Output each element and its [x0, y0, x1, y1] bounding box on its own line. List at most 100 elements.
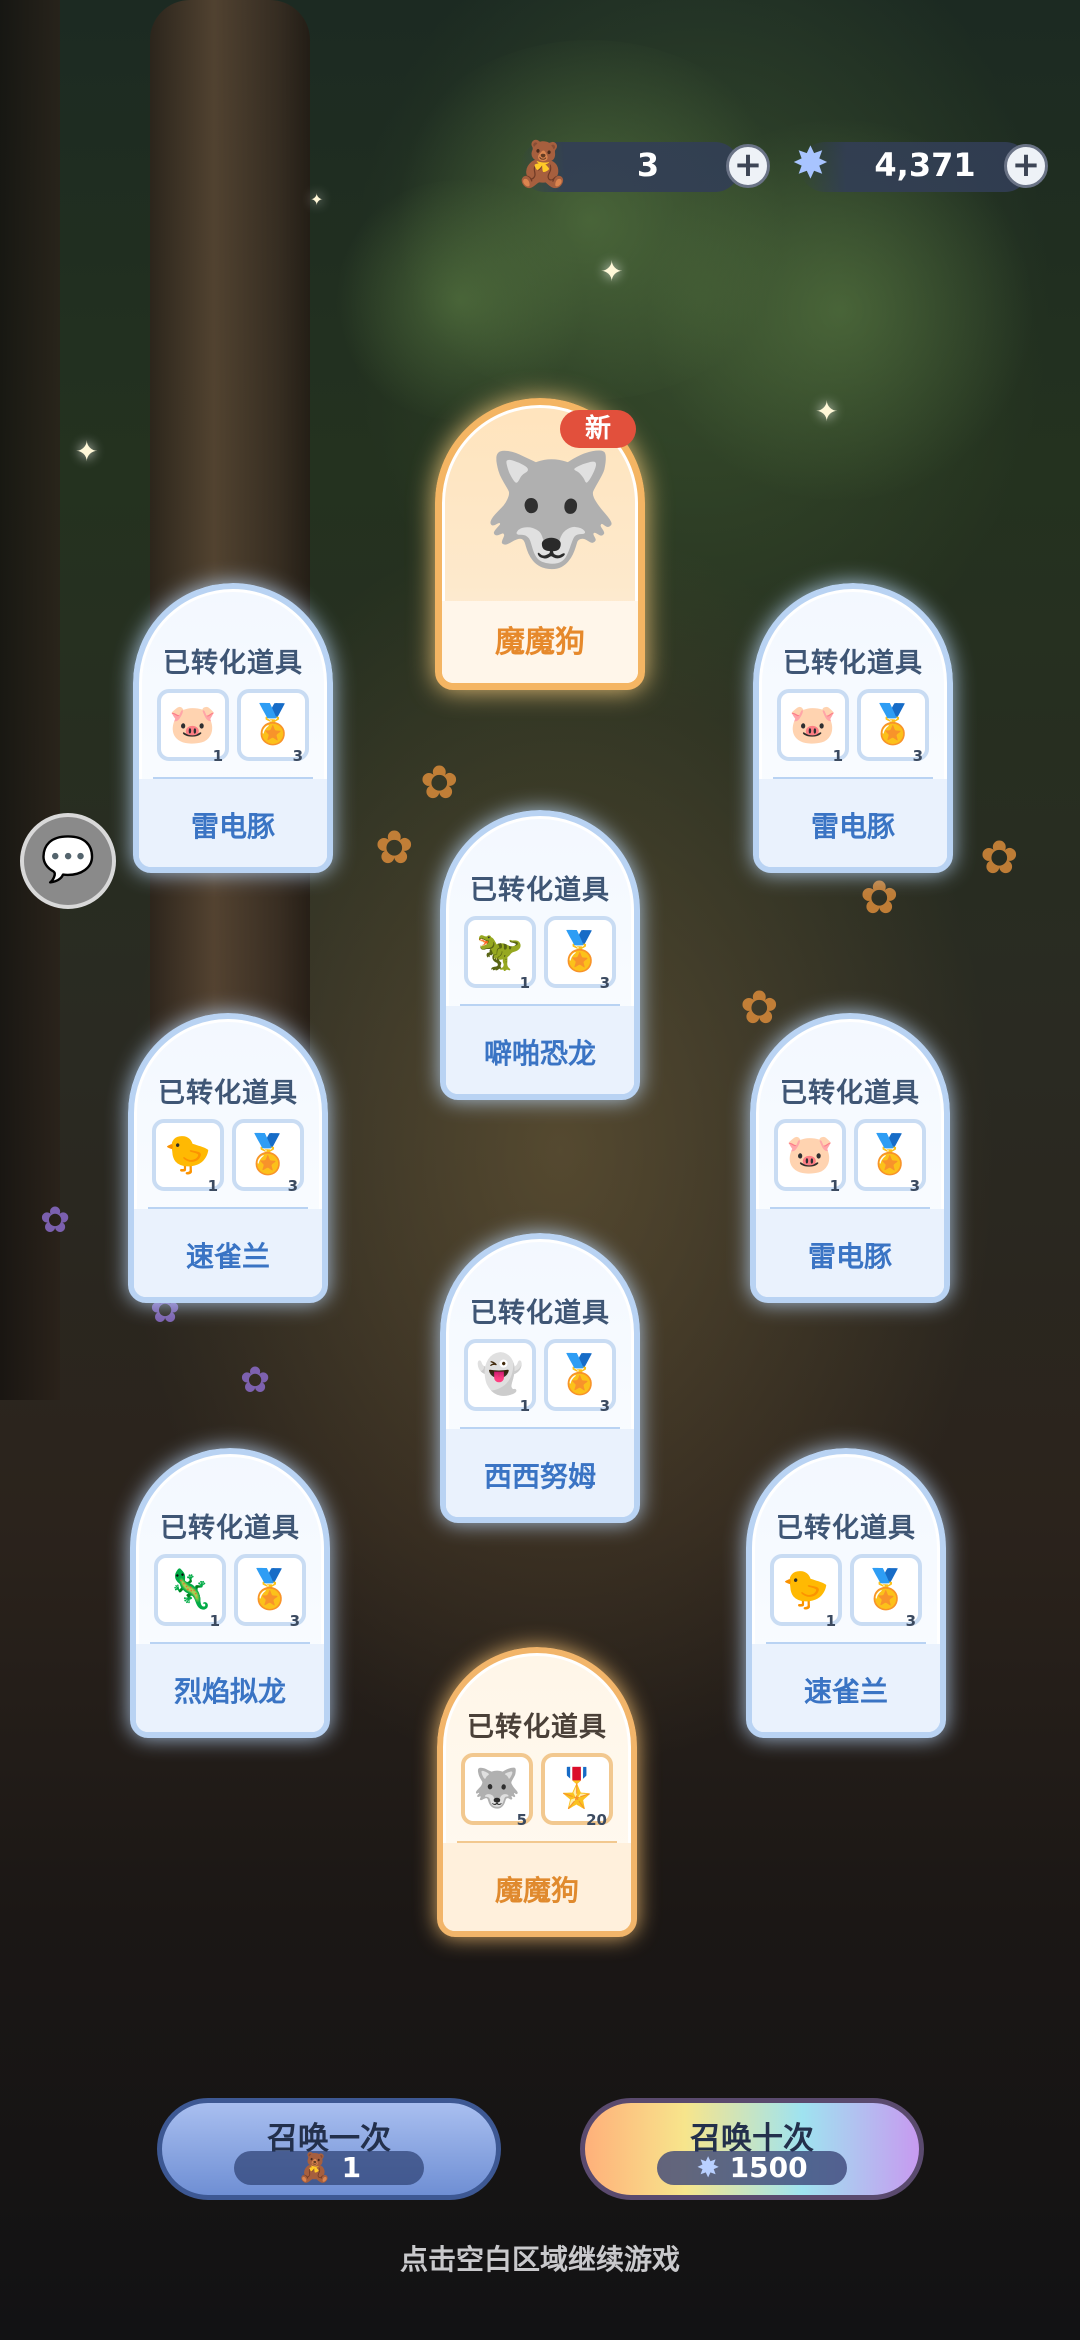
orange-medal-icon: 🎖️	[553, 1766, 601, 1810]
pet-item-slot: 🐤 1	[770, 1554, 842, 1630]
summon-ten-button[interactable]: 召唤十次 ✸ 1500	[580, 2098, 924, 2200]
chat-bubble-icon: 💬	[40, 834, 96, 885]
gold-medal-icon: 🏅	[249, 702, 297, 746]
star-crystal-icon: ✸	[792, 138, 829, 189]
gold-medal-icon: 🏅	[556, 929, 604, 973]
summon-ten-cost: ✸ 1500	[657, 2151, 847, 2185]
medal-item-slot: 🏅 3	[237, 689, 309, 765]
card-divider	[773, 777, 933, 779]
flower-icon: ✿	[860, 870, 899, 924]
result-card[interactable]: 已转化道具 🐤 1 🏅 3 速雀兰	[128, 1013, 328, 1303]
card-pet-name: 速雀兰	[803, 1675, 888, 1708]
sparkle-icon: ✦	[600, 255, 624, 288]
medal-item-slot: 🏅 3	[234, 1554, 306, 1630]
card-pet-name: 雷电豚	[190, 810, 275, 843]
chat-button[interactable]: 💬	[20, 813, 116, 909]
demon-dog-icon: 🐺	[482, 445, 619, 573]
card-title: 已转化道具	[783, 648, 923, 679]
flower-icon: ✿	[240, 1360, 271, 1401]
pet-item-slot: 🦎 1	[154, 1554, 226, 1630]
card-title: 已转化道具	[158, 1078, 298, 1109]
pet-item-slot: 🐤 1	[152, 1119, 224, 1195]
card-pet-name: 烈焰拟龙	[173, 1675, 286, 1708]
gold-medal-icon: 🏅	[869, 702, 917, 746]
pet-item-slot: 🐷 1	[777, 689, 849, 765]
white-sprite-icon: 👻	[476, 1352, 524, 1396]
flower-icon: ✿	[980, 830, 1019, 884]
card-title: 已转化道具	[163, 648, 303, 679]
medal-item-slot: 🏅 3	[544, 1339, 616, 1415]
hero-pet-name: 魔魔狗	[495, 625, 585, 660]
result-card[interactable]: 已转化道具 🦎 1 🏅 3 烈焰拟龙	[130, 1448, 330, 1738]
result-card[interactable]: 已转化道具 🦖 1 🏅 3 噼啪恐龙	[440, 810, 640, 1100]
add-ticket-button[interactable]: +	[726, 144, 770, 188]
gold-medal-icon: 🏅	[866, 1132, 914, 1176]
card-divider	[460, 1427, 620, 1429]
card-title: 已转化道具	[467, 1712, 607, 1743]
sparkle-icon: ✦	[310, 190, 324, 209]
card-pet-name: 西西努姆	[483, 1460, 596, 1493]
result-card[interactable]: 已转化道具 👻 1 🏅 3 西西努姆	[440, 1233, 640, 1523]
pet-item-slot: 🐷 1	[157, 689, 229, 765]
bear-ticket-icon: 🧸	[296, 2151, 332, 2184]
medal-item-slot: 🎖️ 20	[541, 1753, 613, 1829]
card-divider	[770, 1207, 930, 1209]
card-title: 已转化道具	[160, 1513, 300, 1544]
medal-item-slot: 🏅 3	[232, 1119, 304, 1195]
flower-icon: ✿	[420, 755, 459, 809]
result-card[interactable]: 已转化道具 🐷 1 🏅 3 雷电豚	[753, 583, 953, 873]
flower-icon: ✿	[375, 820, 414, 874]
result-card[interactable]: 已转化道具 🐷 1 🏅 3 雷电豚	[750, 1013, 950, 1303]
ticket-count: 3	[636, 146, 660, 184]
card-divider	[460, 1004, 620, 1006]
gold-medal-icon: 🏅	[862, 1567, 910, 1611]
flower-icon: ✿	[740, 980, 779, 1034]
card-divider	[150, 1642, 310, 1644]
tree-trunk	[150, 0, 310, 1150]
card-divider	[148, 1207, 308, 1209]
thunder-pig-icon: 🐷	[789, 702, 837, 746]
flower-icon: ✿	[40, 1200, 71, 1241]
gold-medal-icon: 🏅	[246, 1567, 294, 1611]
continue-hint: 点击空白区域继续游戏	[399, 2243, 680, 2276]
pet-item-slot: 🦖 1	[464, 916, 536, 992]
swift-bird-icon: 🐤	[782, 1567, 830, 1611]
pet-item-slot: 👻 1	[464, 1339, 536, 1415]
bear-ticket-icon: 🧸	[515, 139, 570, 190]
card-pet-name: 噼啪恐龙	[483, 1037, 596, 1070]
tree-trunk-left	[0, 0, 60, 1400]
summon-once-cost: 🧸 1	[234, 2151, 424, 2185]
card-divider	[457, 1841, 617, 1843]
foliage	[330, 180, 590, 420]
card-divider	[766, 1642, 926, 1644]
medal-item-slot: 🏅 3	[854, 1119, 926, 1195]
card-pet-name: 雷电豚	[810, 810, 895, 843]
gold-medal-icon: 🏅	[244, 1132, 292, 1176]
star-count: 4,371	[874, 146, 976, 184]
medal-item-slot: 🏅 3	[857, 689, 929, 765]
medal-item-slot: 🏅 3	[850, 1554, 922, 1630]
sparkle-icon: ✦	[75, 435, 99, 468]
card-title: 已转化道具	[780, 1078, 920, 1109]
card-title: 已转化道具	[470, 875, 610, 906]
crackle-dino-icon: 🦖	[476, 929, 524, 973]
card-divider	[153, 777, 313, 779]
thunder-pig-icon: 🐷	[169, 702, 217, 746]
add-star-button[interactable]: +	[1004, 144, 1048, 188]
medal-item-slot: 🏅 3	[544, 916, 616, 992]
card-pet-name: 雷电豚	[807, 1240, 892, 1273]
card-pet-name: 速雀兰	[185, 1240, 270, 1273]
summon-once-button[interactable]: 召唤一次 🧸 1	[157, 2098, 501, 2200]
flame-dragon-icon: 🦎	[166, 1567, 214, 1611]
card-title: 已转化道具	[470, 1298, 610, 1329]
pet-item-slot: 🐺 5	[461, 1753, 533, 1829]
thunder-pig-icon: 🐷	[786, 1132, 834, 1176]
result-card-gold[interactable]: 已转化道具 🐺 5 🎖️ 20 魔魔狗	[437, 1647, 637, 1937]
result-card[interactable]: 已转化道具 🐷 1 🏅 3 雷电豚	[133, 583, 333, 873]
swift-bird-icon: 🐤	[164, 1132, 212, 1176]
card-pet-name: 魔魔狗	[494, 1874, 579, 1907]
sparkle-icon: ✦	[815, 395, 839, 428]
gold-medal-icon: 🏅	[556, 1352, 604, 1396]
result-card[interactable]: 已转化道具 🐤 1 🏅 3 速雀兰	[746, 1448, 946, 1738]
new-badge: 新	[560, 410, 636, 448]
